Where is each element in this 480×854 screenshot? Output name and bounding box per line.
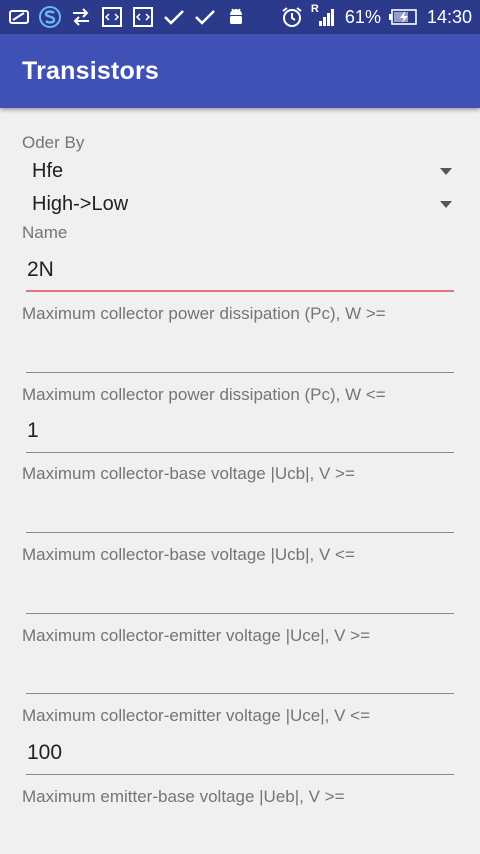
clock-time: 14:30 [426, 6, 472, 27]
ucb-min-label: Maximum collector-base voltage |Ucb|, V … [22, 464, 355, 483]
uce-max-input[interactable]: 100 [22, 735, 454, 775]
name-label: Name [22, 223, 68, 242]
screen-icon [8, 6, 30, 28]
dropdown-arrow-icon [440, 167, 452, 175]
ucb-min-input[interactable] [22, 493, 454, 533]
ucb-max-input[interactable] [22, 574, 454, 614]
uce-min-underline [26, 693, 454, 694]
code-icon [101, 6, 123, 28]
uce-min-input[interactable] [22, 654, 454, 694]
pc-max-input[interactable]: 1 [22, 413, 454, 453]
pc-min-input[interactable] [22, 333, 454, 373]
pc-min-underline [26, 372, 454, 373]
battery-percent: 61% [344, 6, 381, 27]
code-icon [132, 6, 154, 28]
status-bar: R 61% 14:30 [0, 0, 480, 34]
dropdown-arrow-icon [440, 200, 452, 208]
ucb-min-underline [26, 532, 454, 533]
battery-charging-icon [388, 6, 419, 28]
pc-max-label: Maximum collector power dissipation (Pc)… [22, 385, 386, 404]
order-by-label: Oder By [22, 133, 85, 152]
app-bar: Transistors [0, 34, 480, 108]
uce-min-label: Maximum collector-emitter voltage |Uce|,… [22, 626, 371, 645]
s-app-icon [39, 6, 61, 28]
check-icon [194, 6, 216, 28]
signal-roaming-label: R [310, 3, 319, 15]
sort-direction-value: High->Low [32, 192, 129, 215]
name-input[interactable]: 2N [22, 252, 454, 292]
name-input-underline [26, 290, 454, 292]
order-by-spinner[interactable]: Hfe [22, 155, 458, 187]
order-by-value: Hfe [32, 159, 64, 182]
uce-max-label: Maximum collector-emitter voltage |Uce|,… [22, 706, 371, 725]
pc-min-label: Maximum collector power dissipation (Pc)… [22, 304, 386, 323]
sync-arrows-icon [70, 6, 92, 28]
page-title: Transistors [22, 56, 159, 85]
android-icon [225, 6, 247, 28]
name-input-value: 2N [27, 258, 54, 281]
alarm-icon [281, 6, 303, 28]
sort-direction-spinner[interactable]: High->Low [22, 188, 458, 220]
ucb-max-underline [26, 613, 454, 614]
uce-max-value: 100 [27, 741, 63, 764]
ucb-max-label: Maximum collector-base voltage |Ucb|, V … [22, 545, 355, 564]
check-icon [163, 6, 185, 28]
pc-max-underline [26, 452, 454, 453]
uce-max-underline [26, 774, 454, 775]
signal-icon: R [310, 3, 337, 28]
ueb-min-label: Maximum emitter-base voltage |Ueb|, V >= [22, 787, 345, 806]
pc-max-value: 1 [27, 419, 39, 442]
